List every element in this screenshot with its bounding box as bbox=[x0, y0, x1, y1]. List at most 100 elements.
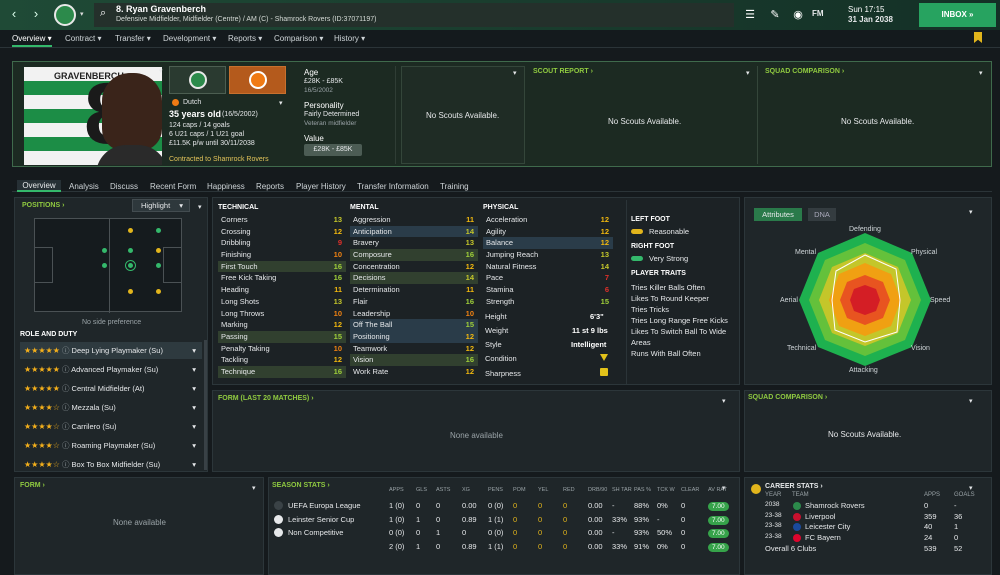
info-icon[interactable]: ⓘ bbox=[60, 346, 72, 355]
role-item[interactable]: ★★★★☆ ⓘ Box To Box Midfielder (Su) ▾ bbox=[20, 456, 202, 473]
tab-reports[interactable]: Reports ▾ bbox=[228, 34, 262, 43]
role-item[interactable]: ★★★★☆ ⓘ Mezzala (Su) ▾ bbox=[20, 399, 202, 416]
tab-development[interactable]: Development ▾ bbox=[163, 34, 216, 43]
form-title[interactable]: FORM › bbox=[20, 482, 45, 489]
subtab-happiness[interactable]: Happiness bbox=[207, 182, 245, 191]
subtab-reports[interactable]: Reports bbox=[256, 182, 284, 191]
chevron-down-icon[interactable]: ▾ bbox=[192, 399, 196, 416]
career-team[interactable]: Leicester City bbox=[805, 522, 850, 531]
chevron-down-icon[interactable]: ▾ bbox=[279, 99, 283, 107]
subtab-player-history[interactable]: Player History bbox=[296, 182, 346, 191]
chevron-down-icon[interactable]: ▾ bbox=[198, 203, 202, 211]
attribute-row[interactable]: Decisions 14 bbox=[350, 272, 478, 285]
career-team[interactable]: Liverpool bbox=[805, 512, 835, 521]
attribute-row[interactable]: Off The Ball 15 bbox=[350, 319, 478, 331]
attribute-row[interactable]: Aggression 11 bbox=[350, 214, 478, 226]
tab-transfer[interactable]: Transfer ▾ bbox=[115, 34, 151, 43]
chevron-down-icon[interactable]: ▾ bbox=[192, 342, 196, 359]
attribute-row[interactable]: Natural Fitness 14 bbox=[483, 261, 613, 273]
radar-tab-attributes[interactable]: Attributes bbox=[754, 208, 802, 221]
chevron-down-icon[interactable]: ▾ bbox=[979, 69, 983, 77]
attribute-row[interactable]: Agility 12 bbox=[483, 226, 613, 238]
subtab-transfer-information[interactable]: Transfer Information bbox=[357, 182, 429, 191]
nation-badge[interactable] bbox=[229, 66, 286, 94]
attribute-row[interactable]: Dribbling 9 bbox=[218, 237, 346, 249]
chevron-down-icon[interactable]: ▾ bbox=[513, 69, 517, 77]
attribute-row[interactable]: Corners 13 bbox=[218, 214, 346, 226]
attribute-row[interactable]: Strength 15 bbox=[483, 296, 613, 308]
attribute-row[interactable]: Heading 11 bbox=[218, 284, 346, 296]
attribute-row[interactable]: Work Rate 12 bbox=[350, 366, 478, 378]
attribute-row[interactable]: Flair 16 bbox=[350, 296, 478, 308]
info-icon[interactable]: ⓘ bbox=[60, 365, 71, 374]
info-icon[interactable]: ⓘ bbox=[60, 422, 72, 431]
attribute-row[interactable]: Acceleration 12 bbox=[483, 214, 613, 226]
competition-name[interactable]: Leinster Senior Cup bbox=[288, 515, 354, 524]
role-item[interactable]: ★★★★★ ⓘ Deep Lying Playmaker (Su) ▾ bbox=[20, 342, 202, 359]
highlight-dropdown[interactable]: Highlight ▾ bbox=[132, 199, 190, 212]
squad-comparison-title-2[interactable]: SQUAD COMPARISON › bbox=[748, 394, 827, 401]
attribute-row[interactable]: Bravery 13 bbox=[350, 237, 478, 249]
career-stats-title[interactable]: CAREER STATS › bbox=[765, 483, 823, 490]
info-icon[interactable]: ⓘ bbox=[60, 441, 72, 450]
tab-contract[interactable]: Contract ▾ bbox=[65, 34, 101, 43]
subtab-analysis[interactable]: Analysis bbox=[69, 182, 99, 191]
search-icon[interactable]: ⌕ bbox=[100, 7, 106, 20]
attribute-row[interactable]: Concentration 12 bbox=[350, 261, 478, 273]
subtab-training[interactable]: Training bbox=[440, 182, 469, 191]
subtab-recent-form[interactable]: Recent Form bbox=[150, 182, 196, 191]
attribute-row[interactable]: Teamwork 12 bbox=[350, 343, 478, 355]
radar-tab-dna[interactable]: DNA bbox=[808, 208, 836, 221]
attribute-row[interactable]: Composure 16 bbox=[350, 249, 478, 261]
attribute-row[interactable]: Penalty Taking 10 bbox=[218, 343, 346, 355]
attribute-row[interactable]: Determination 11 bbox=[350, 284, 478, 296]
back-icon[interactable]: ‹ bbox=[6, 6, 22, 22]
squad-comparison-title[interactable]: SQUAD COMPARISON › bbox=[765, 68, 844, 75]
attribute-row[interactable]: Free Kick Taking 16 bbox=[218, 272, 346, 284]
subtab-overview[interactable]: Overview bbox=[17, 180, 61, 192]
attribute-row[interactable]: Tackling 12 bbox=[218, 354, 346, 366]
role-item[interactable]: ★★★★★ ⓘ Advanced Playmaker (Su) ▾ bbox=[20, 361, 202, 378]
attribute-row[interactable]: Technique 16 bbox=[218, 365, 346, 378]
attribute-row[interactable]: Anticipation 14 bbox=[350, 225, 478, 238]
role-item[interactable]: ★★★★☆ ⓘ Carrilero (Su) ▾ bbox=[20, 418, 202, 435]
club-crest-icon[interactable] bbox=[54, 4, 76, 26]
chevron-down-icon[interactable]: ▾ bbox=[722, 397, 726, 405]
attribute-row[interactable]: Passing 15 bbox=[218, 330, 346, 343]
tab-comparison[interactable]: Comparison ▾ bbox=[274, 34, 323, 43]
ball-icon[interactable]: ◉ bbox=[783, 0, 813, 30]
chevron-down-icon[interactable]: ▾ bbox=[969, 484, 973, 492]
info-icon[interactable]: ⓘ bbox=[60, 460, 72, 469]
club-badge[interactable] bbox=[169, 66, 226, 94]
career-team[interactable]: FC Bayern bbox=[805, 533, 841, 542]
form-last20-title[interactable]: FORM (LAST 20 MATCHES) › bbox=[218, 395, 314, 402]
role-scrollbar[interactable] bbox=[204, 340, 207, 470]
chevron-down-icon[interactable]: ▾ bbox=[192, 418, 196, 435]
attribute-row[interactable]: Vision 16 bbox=[350, 354, 478, 366]
competition-name[interactable]: UEFA Europa League bbox=[288, 501, 361, 510]
chevron-down-icon[interactable]: ▾ bbox=[746, 69, 750, 77]
attribute-row[interactable]: Stamina 6 bbox=[483, 284, 613, 296]
positions-title[interactable]: POSITIONS › bbox=[22, 202, 64, 209]
tab-overview[interactable]: Overview ▾ bbox=[12, 34, 52, 47]
chevron-down-icon[interactable]: ▾ bbox=[159, 67, 163, 75]
chevron-down-icon[interactable]: ▾ bbox=[969, 208, 973, 216]
info-icon[interactable]: ⓘ bbox=[60, 384, 72, 393]
attribute-row[interactable]: Positioning 12 bbox=[350, 330, 478, 343]
attribute-row[interactable]: Marking 12 bbox=[218, 319, 346, 331]
attribute-row[interactable]: Long Shots 13 bbox=[218, 296, 346, 308]
competition-name[interactable]: Non Competitive bbox=[288, 528, 343, 537]
role-item[interactable]: ★★★★☆ ⓘ Roaming Playmaker (Su) ▾ bbox=[20, 437, 202, 454]
attribute-row[interactable]: Crossing 12 bbox=[218, 226, 346, 238]
attribute-row[interactable]: Leadership 10 bbox=[350, 308, 478, 320]
subtab-discuss[interactable]: Discuss bbox=[110, 182, 138, 191]
chevron-down-icon[interactable]: ▾ bbox=[192, 456, 196, 473]
attribute-row[interactable]: Long Throws 10 bbox=[218, 308, 346, 320]
career-team[interactable]: Shamrock Rovers bbox=[805, 501, 865, 510]
attribute-row[interactable]: First Touch 16 bbox=[218, 260, 346, 273]
chevron-down-icon[interactable]: ▾ bbox=[192, 361, 196, 378]
attribute-row[interactable]: Finishing 10 bbox=[218, 249, 346, 261]
season-stats-title[interactable]: SEASON STATS › bbox=[272, 482, 330, 489]
fm-logo[interactable]: FM bbox=[812, 9, 824, 18]
chevron-down-icon[interactable]: ▾ bbox=[969, 397, 973, 405]
